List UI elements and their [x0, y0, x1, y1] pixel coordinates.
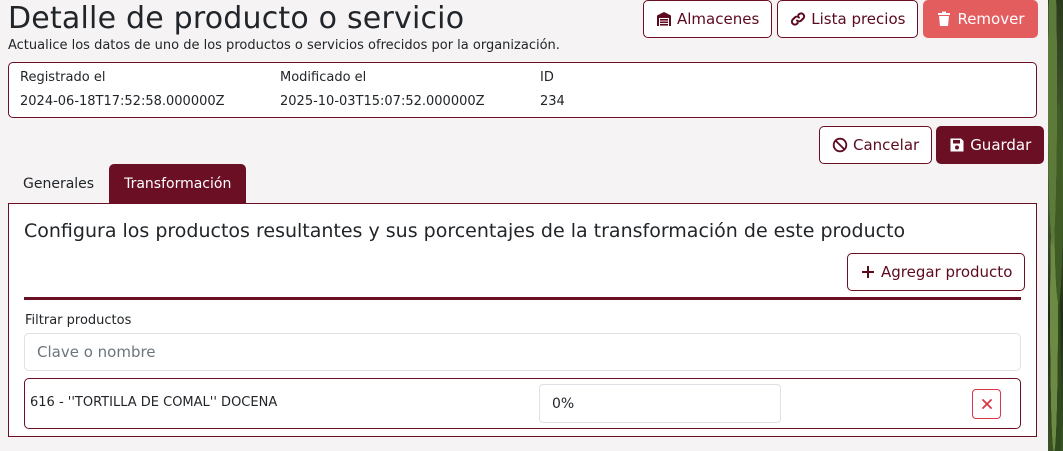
section-divider — [24, 297, 1021, 300]
tab-generales[interactable]: Generales — [8, 164, 109, 203]
remove-button[interactable]: Remover — [923, 0, 1038, 38]
registered-value: 2024-06-18T17:52:58.000000Z — [20, 94, 225, 109]
cancel-button[interactable]: Cancelar — [819, 126, 933, 164]
remove-product-button[interactable] — [972, 389, 1001, 419]
warehouse-icon — [657, 12, 671, 26]
transformation-panel: Configura los productos resultantes y su… — [8, 203, 1037, 437]
add-product-button-label: Agregar producto — [881, 263, 1013, 281]
record-info-card: Registrado el 2024-06-18T17:52:58.000000… — [8, 62, 1037, 118]
save-button-label: Guardar — [970, 136, 1032, 154]
ban-icon — [832, 137, 848, 153]
id-info: ID 234 — [540, 69, 565, 111]
warehouses-button-label: Almacenes — [677, 10, 760, 28]
filter-label: Filtrar productos — [25, 313, 132, 328]
page-header: Detalle de producto o servicio Actualice… — [8, 1, 560, 54]
product-row: 616 - ''TORTILLA DE COMAL'' DOCENA — [24, 378, 1021, 429]
close-icon — [981, 399, 992, 409]
modified-info: Modificado el 2025-10-03T15:07:52.000000… — [280, 69, 485, 111]
page-subtitle: Actualice los datos de uno de los produc… — [8, 38, 560, 53]
remove-button-label: Remover — [957, 10, 1025, 28]
top-actions: Almacenes Lista precios Remover — [643, 0, 1038, 38]
save-button[interactable]: Guardar — [936, 126, 1045, 164]
percentage-input[interactable] — [539, 384, 781, 423]
form-actions: Cancelar Guardar — [819, 126, 1045, 164]
registered-info: Registrado el 2024-06-18T17:52:58.000000… — [20, 69, 225, 111]
plus-icon — [862, 266, 874, 278]
price-list-button-label: Lista precios — [811, 10, 906, 28]
id-label: ID — [540, 70, 554, 85]
tab-transformacion[interactable]: Transformación — [109, 164, 247, 203]
background-plant — [1048, 0, 1063, 451]
link-icon — [791, 12, 806, 26]
registered-label: Registrado el — [20, 70, 106, 85]
trash-icon — [938, 11, 951, 26]
page-title: Detalle de producto o servicio — [8, 1, 465, 36]
product-name: 616 - ''TORTILLA DE COMAL'' DOCENA — [30, 395, 278, 410]
warehouses-button[interactable]: Almacenes — [643, 0, 773, 38]
product-filter-input[interactable] — [24, 333, 1021, 371]
modified-value: 2025-10-03T15:07:52.000000Z — [280, 94, 485, 109]
cancel-button-label: Cancelar — [853, 136, 920, 154]
tab-bar: Generales Transformación — [8, 164, 247, 203]
panel-title: Configura los productos resultantes y su… — [24, 220, 906, 242]
floppy-disk-icon — [950, 138, 964, 152]
id-value: 234 — [540, 94, 565, 109]
add-product-button[interactable]: Agregar producto — [847, 253, 1026, 291]
modified-label: Modificado el — [280, 70, 367, 85]
price-list-button[interactable]: Lista precios — [777, 0, 919, 38]
